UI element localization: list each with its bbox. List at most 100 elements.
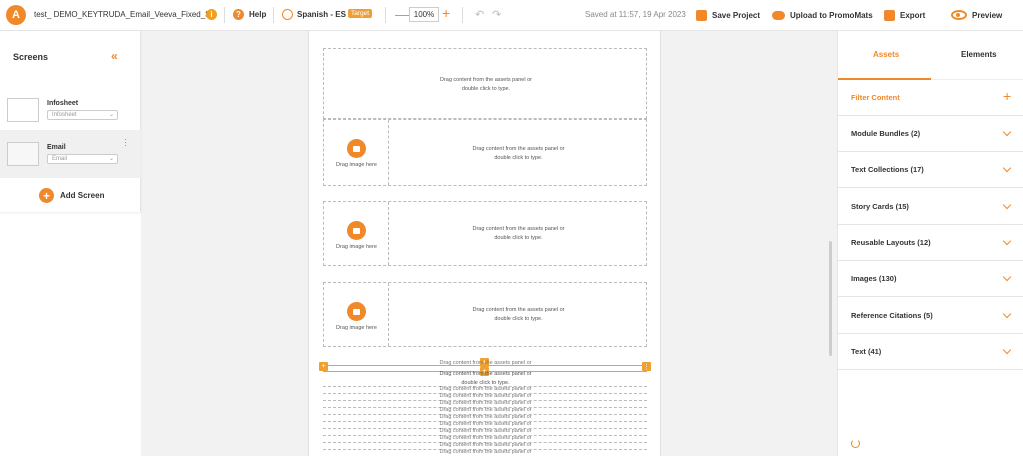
image-drop-zone[interactable]: Drag image here [324, 120, 389, 185]
cloud-upload-icon [772, 10, 785, 20]
drag-text-line: double click to type. [494, 235, 543, 241]
drag-image-label: Drag image here [336, 244, 377, 250]
image-icon [347, 302, 366, 321]
drag-text-line: Drag content from the assets panel or [439, 449, 532, 455]
accordion-text-collections[interactable]: Text Collections (17) [838, 152, 1023, 188]
drag-text-line: Drag content from the assets panel or [439, 400, 532, 406]
accordion-label: Text (41) [851, 347, 882, 356]
image-text-block[interactable]: Drag image here Drag content from the as… [323, 201, 647, 266]
accordion-label: Text Collections (17) [851, 165, 924, 174]
image-text-block[interactable]: Drag image here Drag content from the as… [323, 282, 647, 347]
save-project-button[interactable]: Save Project [696, 6, 760, 24]
drag-text-line: Drag content from the assets panel or [472, 307, 565, 313]
drag-text-line: double click to type. [494, 316, 543, 322]
image-icon [347, 221, 366, 240]
assets-panel: Assets Elements Filter Content + Module … [837, 31, 1023, 456]
divider [385, 7, 386, 23]
accordion-reference-citations[interactable]: Reference Citations (5) [838, 298, 1023, 334]
screen-name: Infosheet [47, 100, 79, 107]
tab-assets[interactable]: Assets [873, 50, 899, 59]
preview-button[interactable]: Preview [951, 6, 1002, 24]
drag-text-line: Drag content from the assets panel or [439, 407, 532, 413]
screen-type-select[interactable]: Email ⌄ [47, 154, 118, 164]
chevron-down-icon [1002, 272, 1012, 282]
screen-thumbnail[interactable] [7, 142, 39, 166]
divider [462, 7, 463, 23]
image-drop-zone[interactable]: Drag image here [324, 283, 389, 346]
top-toolbar: A test_ DEMO_KEYTRUDA_Email_Veeva_Fixed_… [0, 0, 1023, 31]
upload-to-promomats-button[interactable]: Upload to PromoMats [772, 6, 873, 24]
redo-icon[interactable]: ↷ [492, 8, 501, 21]
screens-title: Screens [13, 52, 49, 62]
chevron-down-icon [1002, 309, 1012, 319]
image-text-block[interactable]: Drag image here Drag content from the as… [323, 119, 647, 186]
zoom-in-button[interactable]: + [442, 5, 450, 21]
screen-name: Email [47, 144, 66, 151]
canvas-scrollbar[interactable] [829, 241, 832, 356]
help-icon[interactable]: ? [233, 9, 244, 20]
collapse-panel-icon[interactable]: « [111, 49, 118, 63]
filter-content-row[interactable]: Filter Content + [838, 80, 1023, 116]
undo-icon[interactable]: ↶ [475, 8, 484, 21]
screens-panel: Screens « Infosheet Infosheet ⌄ Email Em… [0, 31, 141, 212]
saved-status: Saved at 11:57, 19 Apr 2023 [585, 10, 686, 19]
add-screen-button[interactable]: + Add Screen [39, 188, 104, 203]
text-block[interactable]: Drag content from the assets panel or do… [323, 48, 647, 119]
drag-text-line: Drag content from the assets panel or [439, 442, 532, 448]
export-label: Export [900, 10, 926, 20]
drag-content-placeholder: Drag content from the assets panel or do… [389, 225, 648, 243]
filter-content-label: Filter Content [851, 93, 900, 102]
language-selector[interactable]: Spanish - ES [297, 10, 346, 19]
screen-item-infosheet[interactable]: Infosheet Infosheet ⌄ [0, 86, 141, 134]
accordion-label: Images (130) [851, 274, 897, 283]
drag-text-line: Drag content from the assets panel or [439, 386, 532, 392]
info-icon[interactable]: i [206, 9, 217, 20]
drag-image-label: Drag image here [336, 325, 377, 331]
accordion-label: Reusable Layouts (12) [851, 238, 931, 247]
accordion-story-cards[interactable]: Story Cards (15) [838, 189, 1023, 225]
divider [273, 7, 274, 23]
accordion-text[interactable]: Text (41) [838, 334, 1023, 370]
zoom-level-input[interactable]: 100% [409, 7, 439, 22]
drag-text-line: Drag content from the assets panel or [439, 77, 533, 83]
plus-icon: + [39, 188, 54, 203]
save-project-label: Save Project [712, 10, 761, 20]
zoom-out-button[interactable]: — [395, 6, 409, 22]
chevron-down-icon: ⌄ [108, 112, 114, 118]
add-filter-icon[interactable]: + [1003, 88, 1011, 104]
chevron-down-icon [1002, 163, 1012, 173]
drag-text-line: Drag content from the assets panel or [439, 393, 532, 399]
drag-content-placeholder: Drag content from the assets panel or do… [324, 76, 648, 94]
export-button[interactable]: Export [884, 6, 925, 24]
preview-label: Preview [972, 10, 1003, 20]
chevron-down-icon [1002, 200, 1012, 210]
target-badge: Target [348, 9, 373, 18]
chevron-down-icon [1002, 236, 1012, 246]
divider [224, 7, 225, 23]
add-screen-label: Add Screen [60, 191, 105, 200]
more-options-icon[interactable]: · · · [124, 135, 127, 150]
refresh-icon[interactable] [851, 439, 860, 448]
drag-text-line: Drag content from the assets panel or [439, 360, 532, 366]
screen-thumbnail[interactable] [7, 98, 39, 122]
screen-item-email[interactable]: Email Email ⌄ · · · [0, 130, 141, 178]
accordion-reusable-layouts[interactable]: Reusable Layouts (12) [838, 225, 1023, 261]
screen-type-select[interactable]: Infosheet ⌄ [47, 110, 118, 120]
screen-select-value: Email [52, 156, 68, 162]
accordion-module-bundles[interactable]: Module Bundles (2) [838, 116, 1023, 152]
eye-icon [951, 10, 967, 20]
tab-elements[interactable]: Elements [961, 50, 997, 59]
accordion-label: Story Cards (15) [851, 202, 909, 211]
drag-image-label: Drag image here [336, 162, 377, 168]
image-icon [347, 139, 366, 158]
globe-icon [282, 9, 293, 20]
accordion-label: Reference Citations (5) [851, 311, 933, 320]
save-icon [696, 9, 707, 21]
project-title[interactable]: test_ DEMO_KEYTRUDA_Email_Veeva_Fixed_S.… [34, 10, 217, 19]
image-drop-zone[interactable]: Drag image here [324, 202, 389, 265]
app-logo-icon[interactable]: A [6, 5, 26, 25]
chevron-down-icon [1002, 345, 1012, 355]
help-button[interactable]: Help [249, 10, 266, 19]
export-icon [884, 9, 895, 21]
accordion-images[interactable]: Images (130) [838, 261, 1023, 297]
